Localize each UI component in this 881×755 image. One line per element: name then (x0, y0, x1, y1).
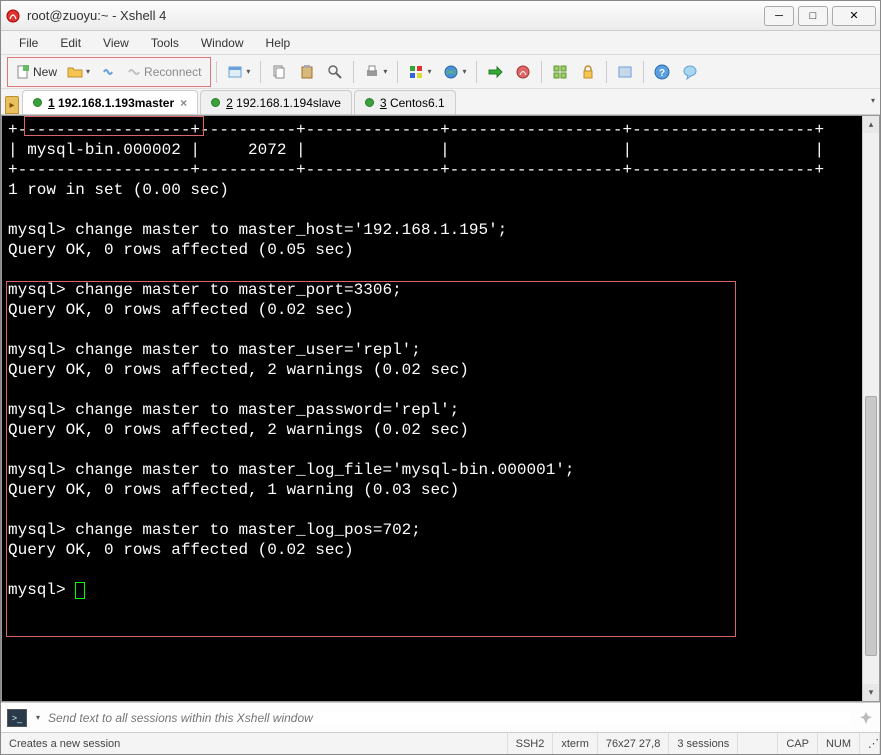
session-tab-0[interactable]: 1 192.168.1.193master × (22, 90, 198, 114)
scroll-down-button[interactable]: ▾ (863, 684, 879, 701)
dropdown-arrow-icon: ▾ (86, 67, 90, 76)
folder-open-icon (67, 64, 83, 80)
tile-button[interactable] (547, 60, 573, 84)
compose-icon[interactable]: >_ (7, 709, 27, 727)
window-title: root@zuoyu:~ - Xshell 4 (27, 8, 764, 23)
status-num: NUM (818, 733, 860, 754)
scroll-thumb[interactable] (865, 396, 877, 656)
script-icon (515, 64, 531, 80)
find-button[interactable] (322, 60, 348, 84)
tabbar: ▸ 1 192.168.1.193master × 2 192.168.1.194s… (1, 89, 880, 115)
toolbar: New ▾ Reconnect (1, 55, 880, 89)
new-file-icon (15, 64, 31, 80)
lock-icon (580, 64, 596, 80)
tab-label: 2 192.168.1.194slave (226, 96, 341, 110)
status-protocol: SSH2 (508, 733, 554, 754)
status-dot-icon (365, 98, 374, 107)
print-button[interactable]: ▾ (359, 60, 392, 84)
app-icon (5, 8, 21, 24)
print-icon (364, 64, 380, 80)
status-terminal-type: xterm (553, 733, 598, 754)
color-scheme-button[interactable]: ▾ (403, 60, 436, 84)
compose-bar: >_ ▾ (1, 702, 880, 732)
session-tab-1[interactable]: 2 192.168.1.194slave (200, 90, 352, 114)
open-button[interactable]: ▾ (62, 60, 95, 84)
tab-add-handle[interactable]: ▸ (5, 96, 19, 114)
palette-icon (408, 64, 424, 80)
encoding-button[interactable]: ▾ (438, 60, 471, 84)
status-dot-icon (211, 98, 220, 107)
status-hint: Creates a new session (1, 733, 508, 754)
tab-menu-button[interactable]: ▾ (865, 88, 880, 112)
help-button[interactable]: ? (649, 60, 675, 84)
fullscreen-button[interactable] (612, 60, 638, 84)
terminal-area[interactable]: +------------------+----------+---------… (1, 115, 880, 702)
maximize-button[interactable]: □ (798, 6, 828, 26)
status-size: 76x27 27,8 (598, 733, 669, 754)
session-tab-2[interactable]: 3 Centos6.1 (354, 90, 456, 114)
status-cap: CAP (778, 733, 818, 754)
new-session-button[interactable]: New (10, 60, 62, 84)
vertical-scrollbar[interactable]: ▴ ▾ (862, 116, 879, 701)
menu-window[interactable]: Window (191, 33, 254, 53)
tab-label: 3 Centos6.1 (380, 96, 445, 110)
properties-icon (227, 64, 243, 80)
menubar: File Edit View Tools Window Help (1, 31, 880, 55)
reconnect-icon (126, 64, 142, 80)
balloon-icon (682, 64, 698, 80)
tile-icon (552, 64, 568, 80)
resize-grip[interactable]: ⋰ (860, 733, 880, 754)
transfer-icon (487, 64, 503, 80)
copy-icon (271, 64, 287, 80)
status-sessions: 3 sessions (669, 733, 738, 754)
help-icon: ? (654, 64, 670, 80)
xftp-button[interactable] (482, 60, 508, 84)
svg-text:?: ? (659, 68, 665, 79)
fullscreen-icon (617, 64, 633, 80)
disconnect-button[interactable] (95, 60, 121, 84)
globe-icon (443, 64, 459, 80)
copy-button[interactable] (266, 60, 292, 84)
status-dot-icon (33, 98, 42, 107)
search-icon (327, 64, 343, 80)
close-button[interactable]: ✕ (832, 6, 876, 26)
disconnect-icon (100, 64, 116, 80)
properties-button[interactable]: ▾ (222, 60, 255, 84)
compose-dropdown-icon[interactable]: ▾ (36, 713, 40, 722)
pin-icon[interactable] (858, 710, 874, 726)
menu-file[interactable]: File (9, 33, 48, 53)
tab-label: 1 192.168.1.193master (48, 96, 174, 110)
reconnect-button[interactable]: Reconnect (121, 60, 206, 84)
menu-help[interactable]: Help (256, 33, 301, 53)
tab-close-button[interactable]: × (180, 96, 187, 110)
statusbar: Creates a new session SSH2 xterm 76x27 2… (1, 732, 880, 754)
script-button[interactable] (510, 60, 536, 84)
titlebar: root@zuoyu:~ - Xshell 4 ─ □ ✕ (1, 1, 880, 31)
minimize-button[interactable]: ─ (764, 6, 794, 26)
menu-view[interactable]: View (93, 33, 139, 53)
menu-tools[interactable]: Tools (141, 33, 189, 53)
scroll-up-button[interactable]: ▴ (863, 116, 879, 133)
lock-button[interactable] (575, 60, 601, 84)
compose-input[interactable] (48, 711, 850, 725)
paste-icon (299, 64, 315, 80)
menu-edit[interactable]: Edit (50, 33, 91, 53)
paste-button[interactable] (294, 60, 320, 84)
feedback-button[interactable] (677, 60, 703, 84)
